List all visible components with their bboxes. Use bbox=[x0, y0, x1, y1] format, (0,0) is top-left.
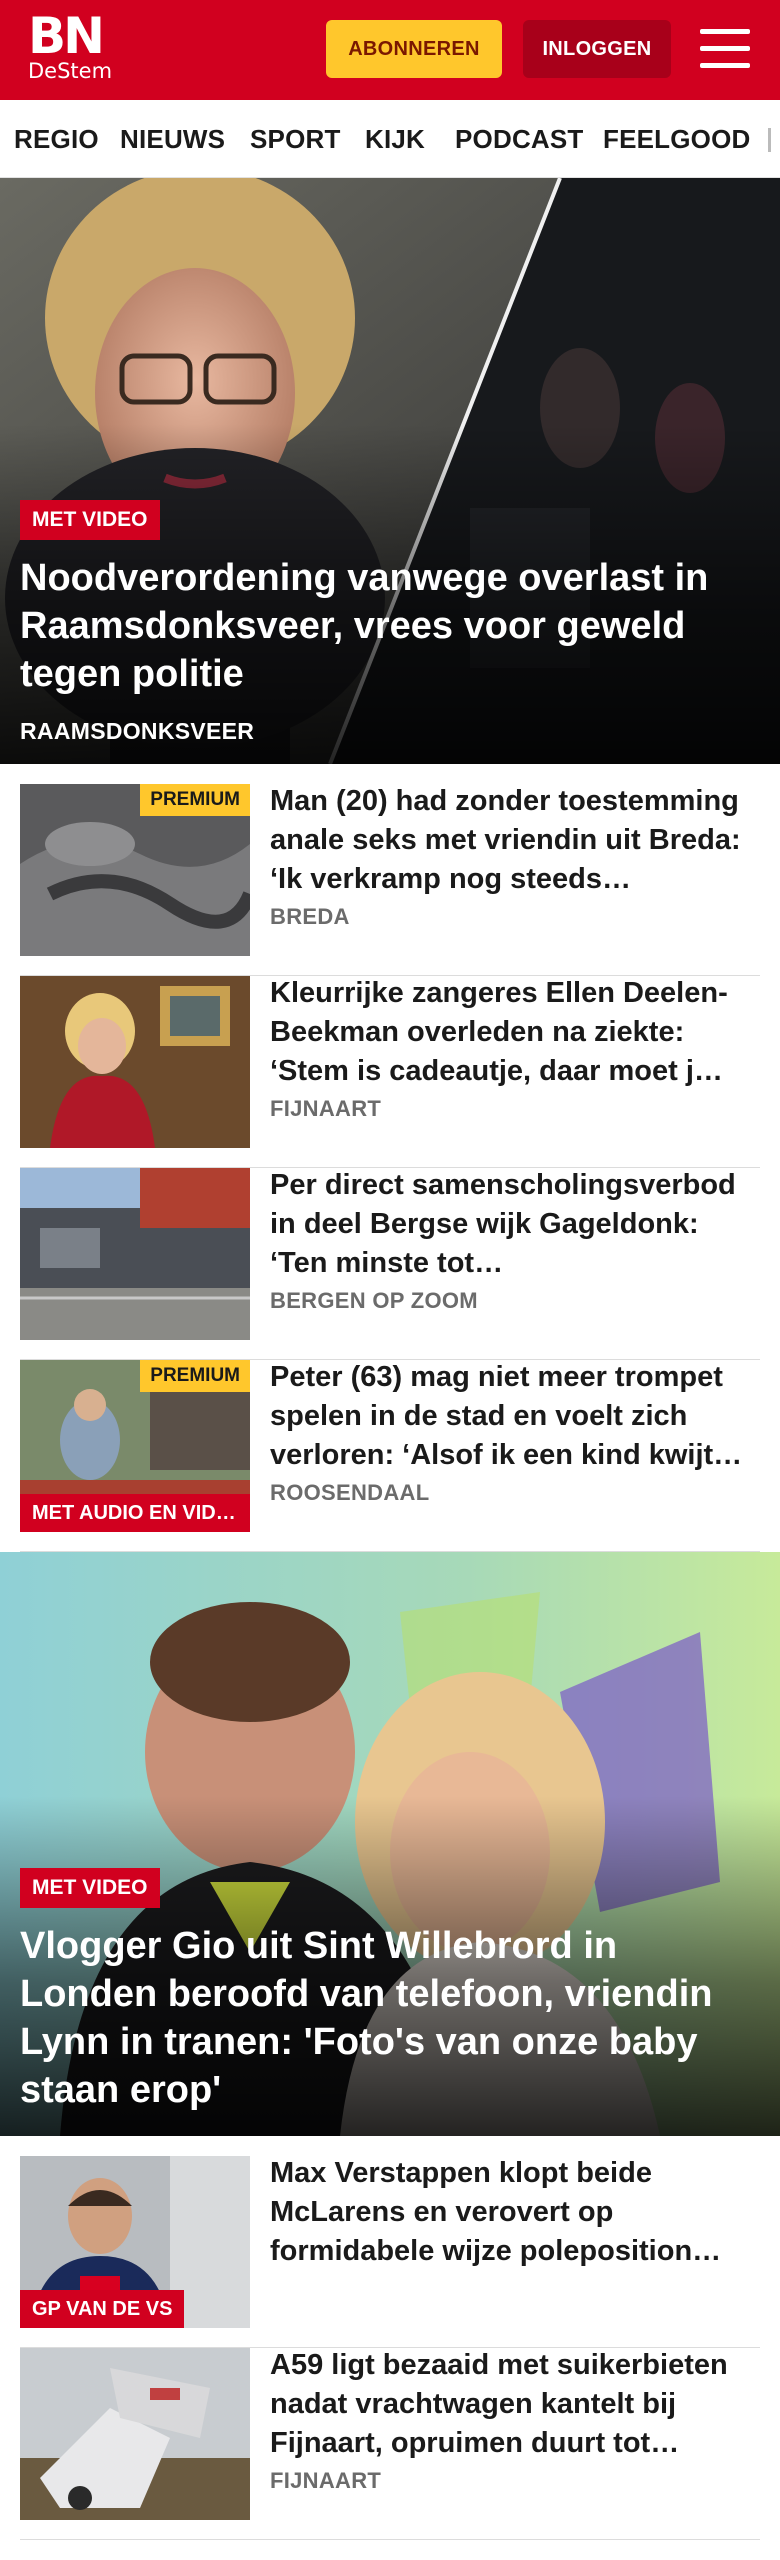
video-label: MET VIDEO bbox=[20, 1868, 160, 1908]
article-item[interactable]: Per direct samenscholingsverbod in deel … bbox=[20, 1168, 760, 1360]
article-location: BERGEN OP ZOOM bbox=[270, 1288, 478, 1313]
article-thumbnail: PREMIUM bbox=[20, 784, 250, 956]
article-location: FIJNAART bbox=[270, 1096, 382, 1121]
article-title[interactable]: Per direct samenscholingsverbod in deel … bbox=[270, 1166, 760, 1283]
login-button[interactable]: INLOGGEN bbox=[523, 20, 671, 78]
article-title[interactable]: A59 ligt bezaaid met suikerbieten nadat … bbox=[270, 2346, 760, 2463]
audio-video-label: MET AUDIO EN VIDEO bbox=[20, 1494, 250, 1532]
nav-item-feelgood[interactable]: FEELGOOD bbox=[603, 100, 751, 177]
article-thumbnail bbox=[20, 1168, 250, 1340]
site-logo[interactable]: BN DeStem bbox=[28, 7, 113, 83]
article-item[interactable]: A59 ligt bezaaid met suikerbieten nadat … bbox=[20, 2348, 760, 2540]
article-location: ROOSENDAAL bbox=[270, 1480, 430, 1505]
article-title[interactable]: Peter (63) mag niet meer trompet spelen … bbox=[270, 1358, 760, 1475]
article-title[interactable]: Man (20) had zonder toestemming anale se… bbox=[270, 782, 760, 899]
article-thumbnail bbox=[20, 2348, 250, 2520]
hamburger-menu-icon[interactable] bbox=[700, 25, 752, 73]
hero-article-2[interactable]: MET VIDEO Vlogger Gio uit Sint Willebror… bbox=[0, 1552, 780, 2136]
article-location: FIJNAART bbox=[270, 2468, 382, 2493]
article-title[interactable]: Kleurrijke zangeres Ellen Deelen-Beekman… bbox=[270, 974, 760, 1091]
article-title[interactable]: Max Verstappen klopt beide McLarens en v… bbox=[270, 2154, 760, 2271]
article-thumbnail bbox=[20, 976, 250, 1148]
nav-item-kijk[interactable]: KIJK bbox=[365, 100, 425, 177]
article-item[interactable]: PREMIUM Man (20) had zonder toestemming … bbox=[20, 784, 760, 976]
article-item[interactable]: PREMIUM MET AUDIO EN VIDEO Peter (63) ma… bbox=[20, 1360, 760, 1552]
hero-1-title[interactable]: Noodverordening vanwege overlast in Raam… bbox=[20, 554, 760, 698]
site-header: BN DeStem ABONNEREN INLOGGEN bbox=[0, 0, 780, 100]
gp-label: GP VAN DE VS bbox=[20, 2290, 185, 2328]
premium-badge: PREMIUM bbox=[140, 784, 250, 816]
hero-2-title[interactable]: Vlogger Gio uit Sint Willebrord in Londe… bbox=[20, 1922, 760, 2114]
subscribe-button[interactable]: ABONNEREN bbox=[326, 20, 502, 78]
article-thumbnail: GP VAN DE VS bbox=[20, 2156, 250, 2328]
logo-sub: DeStem bbox=[28, 59, 113, 83]
article-location: BREDA bbox=[270, 904, 350, 929]
logo-main: BN bbox=[28, 7, 105, 65]
premium-badge: PREMIUM bbox=[140, 1360, 250, 1392]
video-label: MET VIDEO bbox=[20, 500, 160, 540]
nav-item-podcast[interactable]: PODCAST bbox=[455, 100, 584, 177]
nav-item-regio[interactable]: REGIO bbox=[14, 100, 99, 177]
nav-item-nieuws[interactable]: NIEUWS bbox=[120, 100, 225, 177]
article-item[interactable]: Kleurrijke zangeres Ellen Deelen-Beekman… bbox=[20, 976, 760, 1168]
section-nav: REGIO NIEUWS SPORT KIJK PODCAST FEELGOOD bbox=[0, 100, 780, 178]
hero-1-location: RAAMSDONKSVEER bbox=[20, 718, 255, 744]
hero-article-1[interactable]: MET VIDEO Noodverordening vanwege overla… bbox=[0, 178, 780, 764]
nav-item-sport[interactable]: SPORT bbox=[250, 100, 341, 177]
nav-overflow-indicator bbox=[768, 128, 771, 152]
article-thumbnail: PREMIUM MET AUDIO EN VIDEO bbox=[20, 1360, 250, 1532]
article-item[interactable]: GP VAN DE VS Max Verstappen klopt beide … bbox=[20, 2156, 760, 2348]
